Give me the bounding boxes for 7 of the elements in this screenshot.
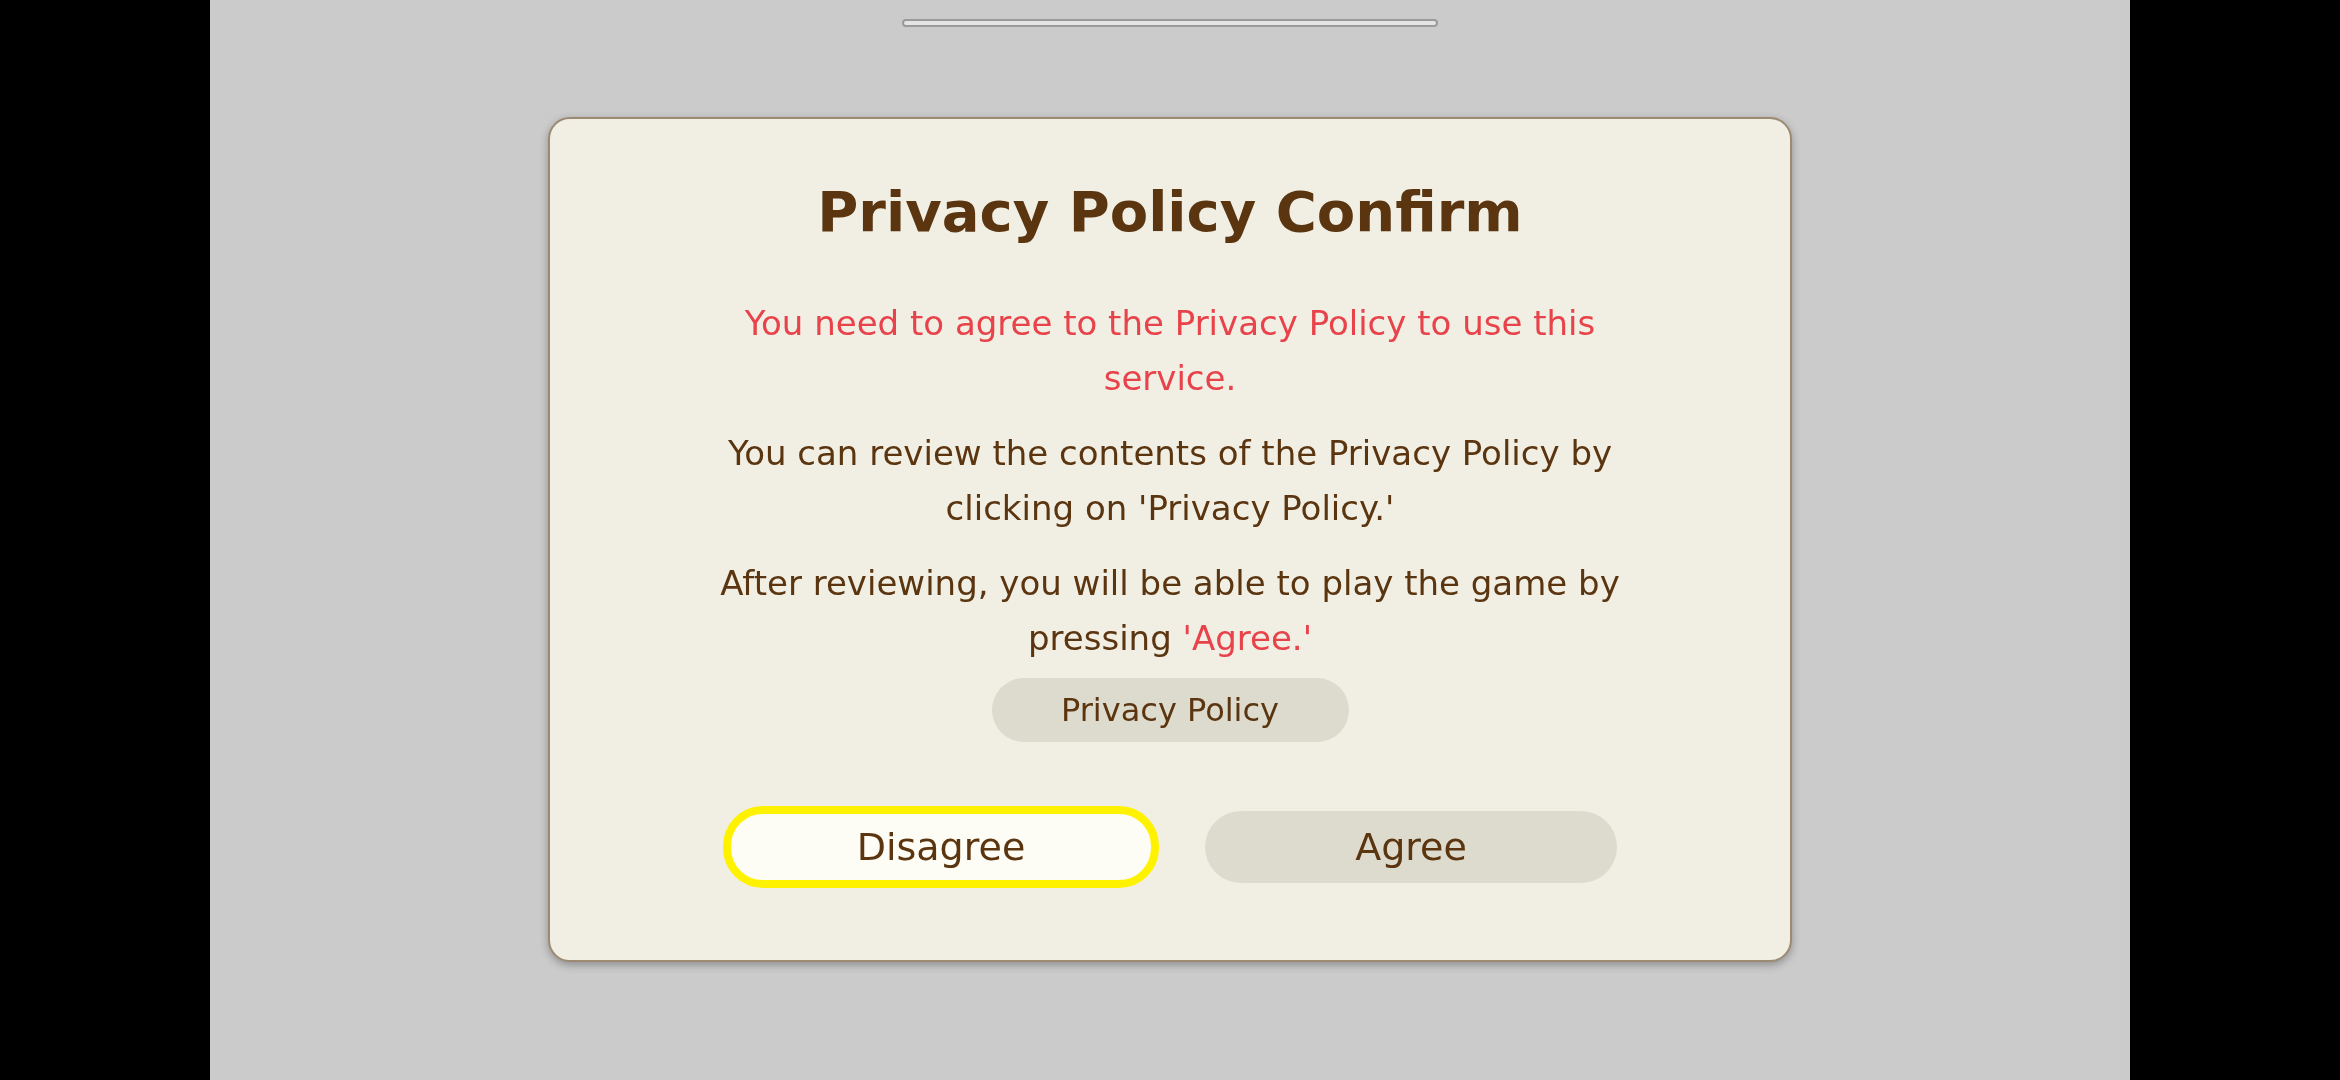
message-text: You can review the contents of the Privacy Policy by clicking on 'Privacy Policy.' xyxy=(726,432,1614,530)
disagree-button[interactable]: Disagree xyxy=(723,806,1159,888)
dialog-title: Privacy Policy Confirm xyxy=(817,179,1523,244)
agree-button[interactable]: Agree xyxy=(1205,811,1617,883)
privacy-policy-button[interactable]: Privacy Policy xyxy=(991,678,1349,742)
message-text: You need to agree to the Privacy Policy to use this service. xyxy=(743,302,1597,400)
message-text: After reviewing, you will be able to play the game by pressing 'Agree.' xyxy=(719,562,1621,660)
